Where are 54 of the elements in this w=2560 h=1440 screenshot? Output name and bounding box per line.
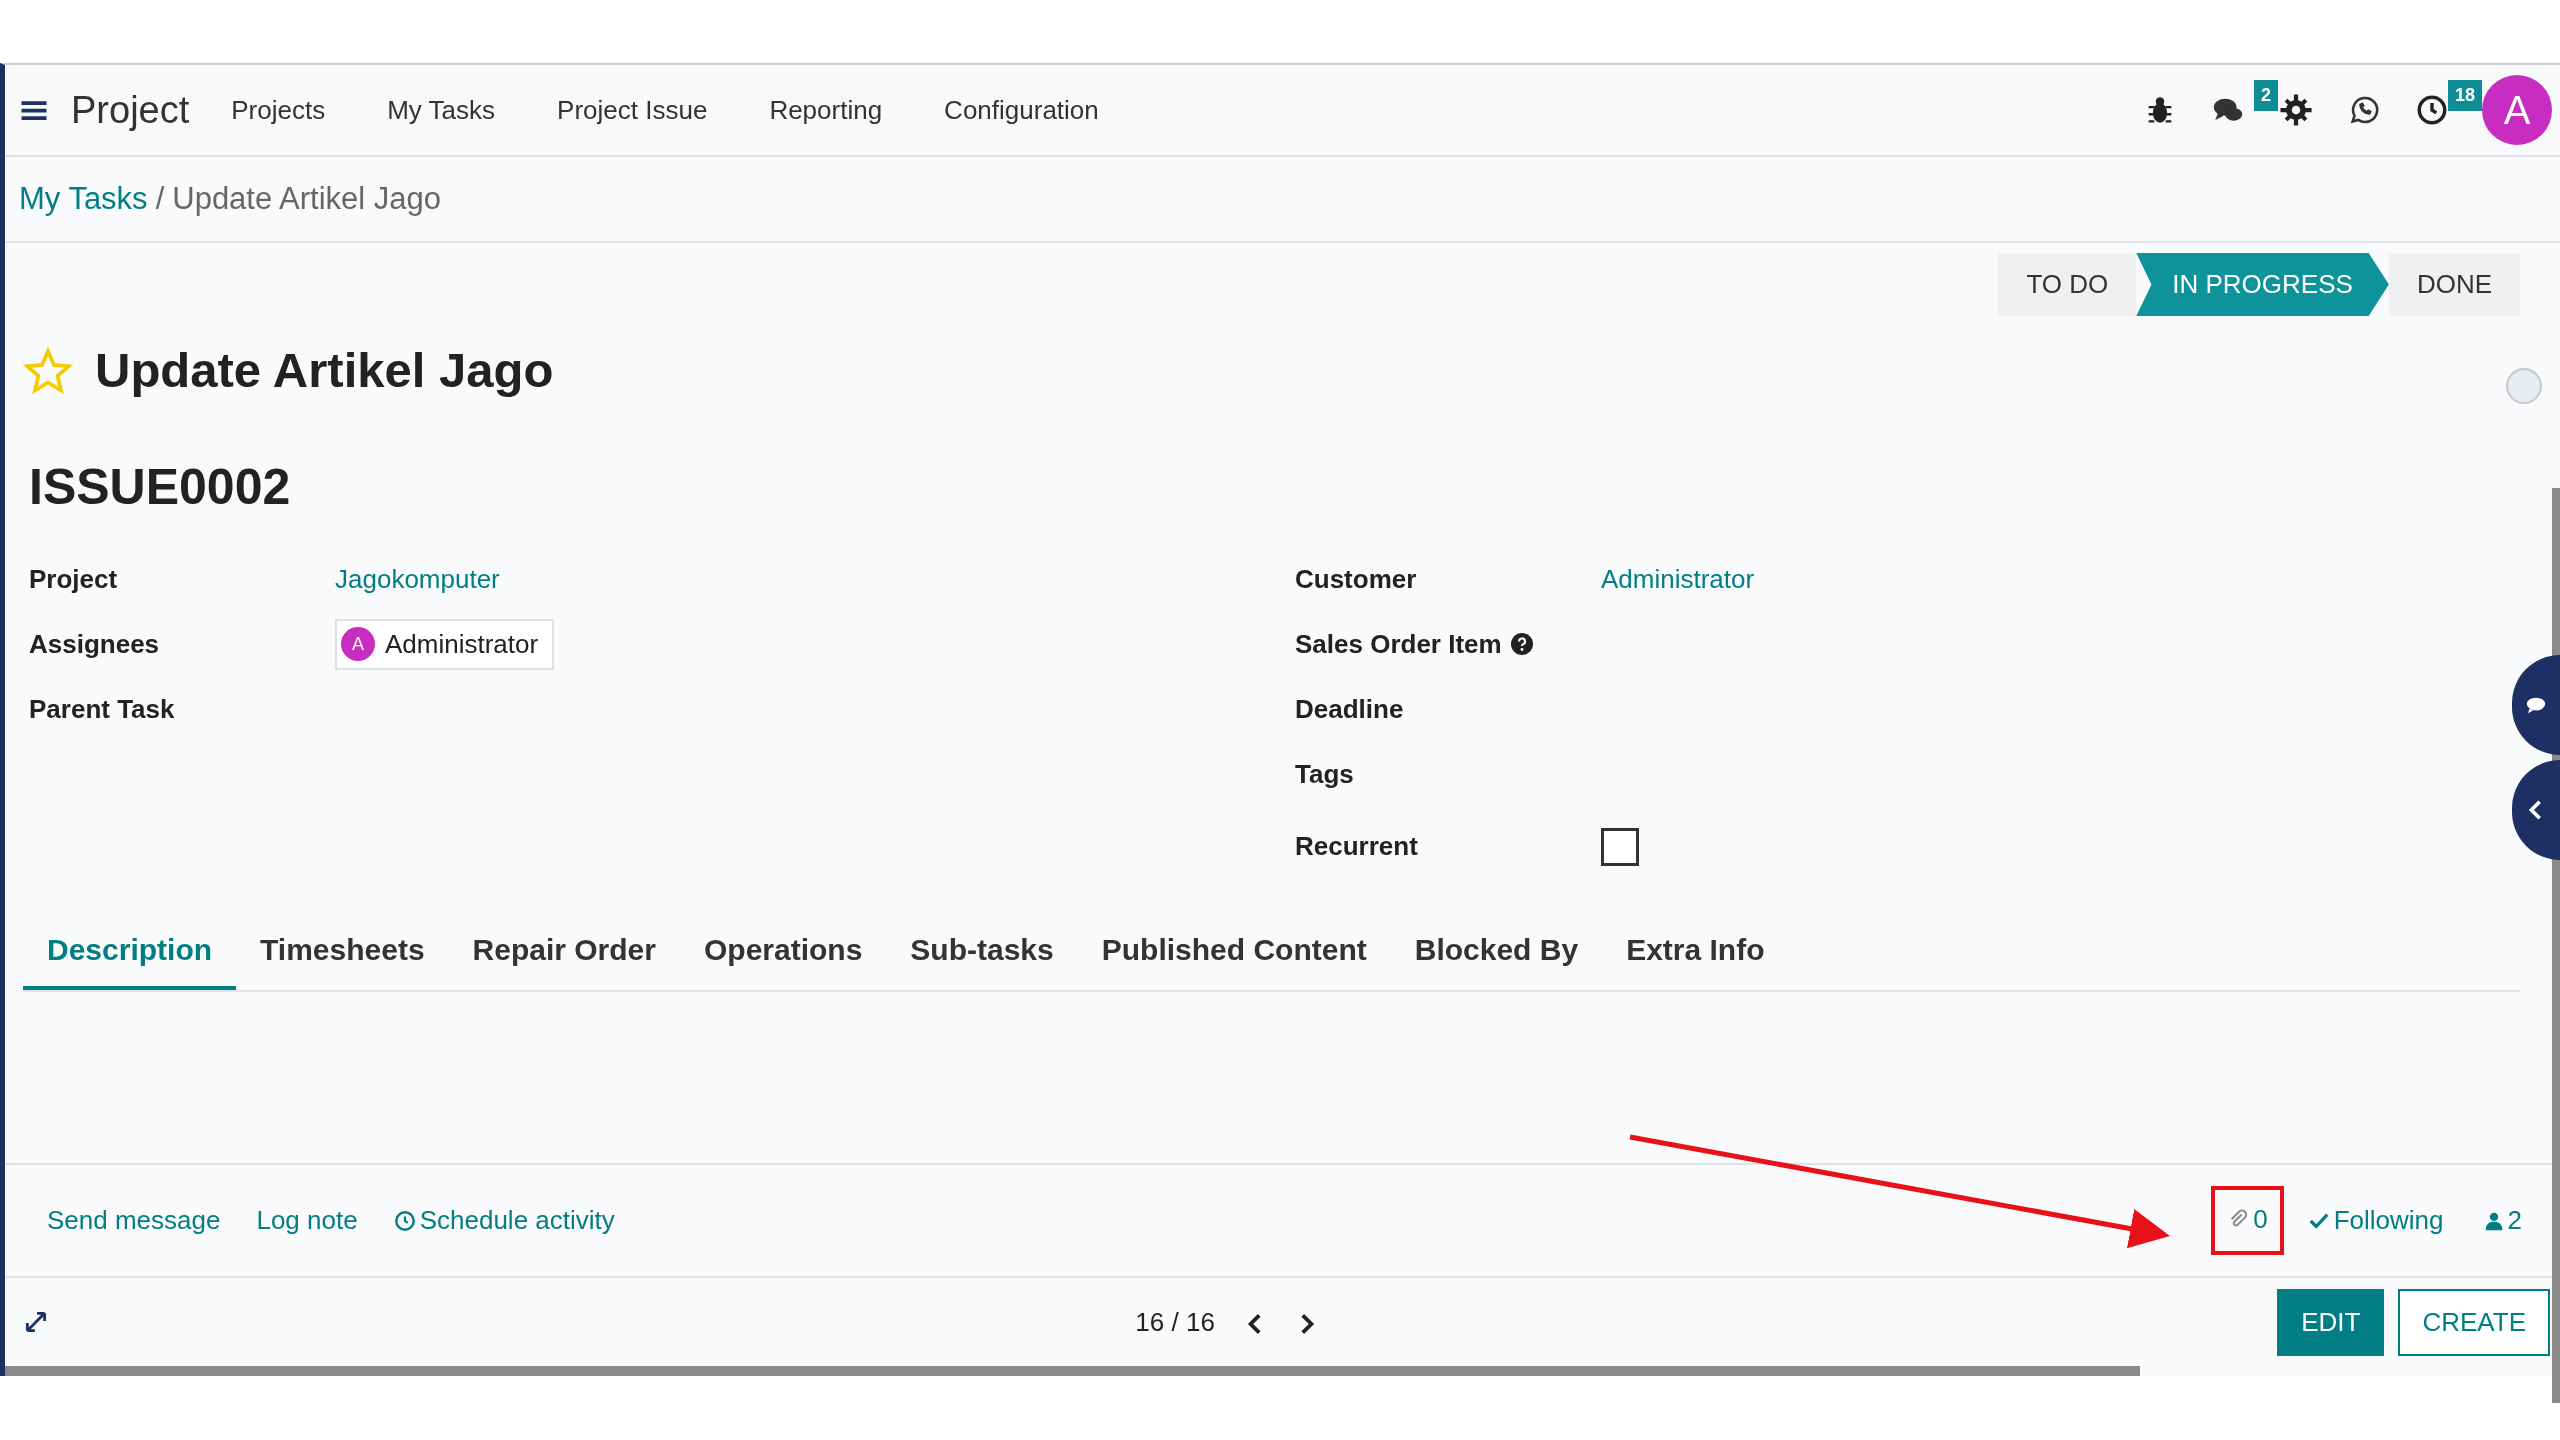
field-link[interactable]: Jagokomputer [335, 559, 500, 599]
breadcrumb-link[interactable]: My Tasks [19, 175, 148, 223]
chatter-action[interactable]: Schedule activity [393, 1201, 615, 1240]
field-label: Customer [1294, 562, 1418, 596]
assignee-avatar: A [341, 627, 375, 661]
gear-icon[interactable] [2279, 93, 2313, 127]
create-button[interactable]: CREATE [2398, 1288, 2550, 1356]
followers-button[interactable]: 2 [2483, 1201, 2522, 1240]
following-button[interactable]: Following [2307, 1201, 2444, 1240]
menu-item[interactable]: Reporting [769, 90, 883, 130]
menu-item[interactable]: My Tasks [387, 90, 496, 130]
breadcrumb-separator: / [155, 179, 165, 218]
field-label: Tags [1294, 757, 1355, 791]
clock-icon [393, 1209, 416, 1232]
stage-button[interactable]: TO DO [1998, 253, 2137, 316]
user-avatar[interactable]: A [2482, 75, 2552, 145]
chatter-action[interactable]: Log note [256, 1201, 358, 1240]
tab[interactable]: Blocked By [1390, 916, 1603, 990]
task-title: Update Artikel Jago [95, 342, 554, 399]
expand-icon[interactable] [23, 1309, 49, 1335]
tab[interactable]: Extra Info [1602, 916, 1789, 990]
scrollbar[interactable] [5, 1366, 2140, 1376]
help-icon[interactable] [1509, 632, 1534, 656]
pager-count: 16 / 16 [1135, 1305, 1215, 1339]
menu-item[interactable]: Project Issue [557, 90, 708, 130]
field-label: Sales Order Item [1294, 627, 1502, 661]
chatter-action[interactable]: Send message [47, 1201, 221, 1240]
count-badge: 18 [2447, 80, 2482, 111]
tab[interactable]: Timesheets [236, 916, 449, 990]
menu-item[interactable]: Configuration [944, 90, 1099, 130]
edit-button[interactable]: EDIT [2277, 1288, 2385, 1356]
field-label: Deadline [1294, 692, 1405, 726]
tab[interactable]: Operations [679, 916, 887, 990]
field-label: Recurrent [1294, 830, 1419, 863]
tab[interactable]: Repair Order [448, 916, 680, 990]
field-label: Project [28, 562, 119, 596]
attachments-button[interactable]: 0 [2227, 1199, 2268, 1239]
stage-button[interactable]: DONE [2388, 253, 2520, 316]
tab[interactable]: Sub-tasks [886, 916, 1078, 990]
task-reference: ISSUE0002 [29, 457, 292, 517]
clock-icon[interactable] [2415, 93, 2449, 127]
menu-item[interactable]: Projects [231, 90, 326, 130]
field-link[interactable]: Administrator [1601, 559, 1755, 599]
tab[interactable]: Published Content [1077, 916, 1391, 990]
tab[interactable]: Description [23, 916, 237, 990]
assignee-tag[interactable]: A Administrator [335, 618, 555, 670]
checkbox[interactable] [1601, 827, 1639, 866]
star-icon[interactable] [23, 345, 73, 396]
field-label: Assignees [28, 627, 161, 661]
app-name: Project [71, 87, 190, 133]
field-label: Parent Task [28, 692, 176, 726]
breadcrumb-current: Update Artikel Jago [172, 179, 442, 218]
stage-button[interactable]: IN PROGRESS [2136, 253, 2389, 316]
count-badge: 2 [2254, 80, 2278, 111]
